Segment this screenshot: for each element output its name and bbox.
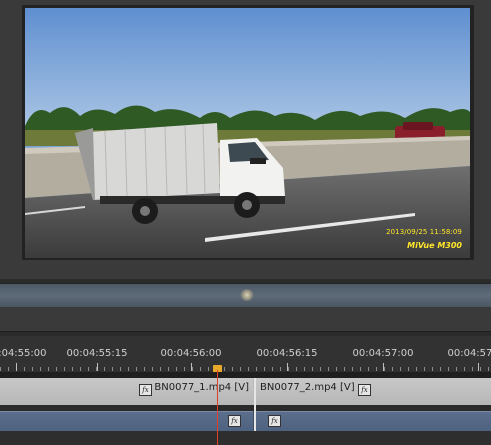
edit-point[interactable] (254, 378, 256, 431)
video-scene (25, 8, 470, 258)
audio-clip[interactable]: fx (256, 411, 491, 432)
timecode-label: 00:04:57:15 (447, 348, 491, 359)
video-clip[interactable]: fx BN0077_1.mp4 [V] (0, 378, 253, 405)
audio-track: fx fx (0, 411, 491, 432)
video-frame[interactable]: 2013/09/25 11:58:09 MiVue M300 (25, 8, 470, 258)
scrub-bar[interactable] (0, 283, 491, 308)
panel-spacer (0, 307, 491, 331)
program-monitor: 2013/09/25 11:58:09 MiVue M300 (0, 0, 491, 279)
fx-badge[interactable]: fx (139, 384, 152, 396)
sky (25, 8, 470, 128)
timecode-label: 00:04:56:00 (160, 348, 222, 359)
timecode-label: 00:04:56:15 (256, 348, 318, 359)
fx-badge[interactable]: fx (358, 384, 371, 396)
time-ruler[interactable]: 00:04:55:00 00:04:55:15 00:04:56:00 00:0… (0, 336, 491, 373)
clip-name: BN0077_1.mp4 [V] (154, 382, 249, 393)
timecode-label: 00:04:55:00 (0, 348, 47, 359)
track-area-empty (0, 431, 491, 445)
audio-clip[interactable]: fx (0, 411, 253, 432)
playhead-line[interactable] (217, 370, 218, 445)
timecode-label: 00:04:57:00 (352, 348, 414, 359)
video-brand-watermark: MiVue M300 (407, 241, 462, 250)
video-clip[interactable]: BN0077_2.mp4 [V] fx (256, 378, 491, 405)
video-track: fx BN0077_1.mp4 [V] BN0077_2.mp4 [V] fx (0, 378, 491, 405)
scrub-indicator[interactable] (240, 289, 254, 301)
timeline-panel: 00:04:55:00 00:04:55:15 00:04:56:00 00:0… (0, 336, 491, 445)
video-timestamp: 2013/09/25 11:58:09 (386, 228, 462, 236)
timecode-label: 00:04:55:15 (66, 348, 128, 359)
clip-name: BN0077_2.mp4 [V] (260, 382, 355, 393)
fx-badge[interactable]: fx (268, 415, 281, 427)
fx-badge[interactable]: fx (228, 415, 241, 427)
ruler-ticks (0, 363, 489, 371)
